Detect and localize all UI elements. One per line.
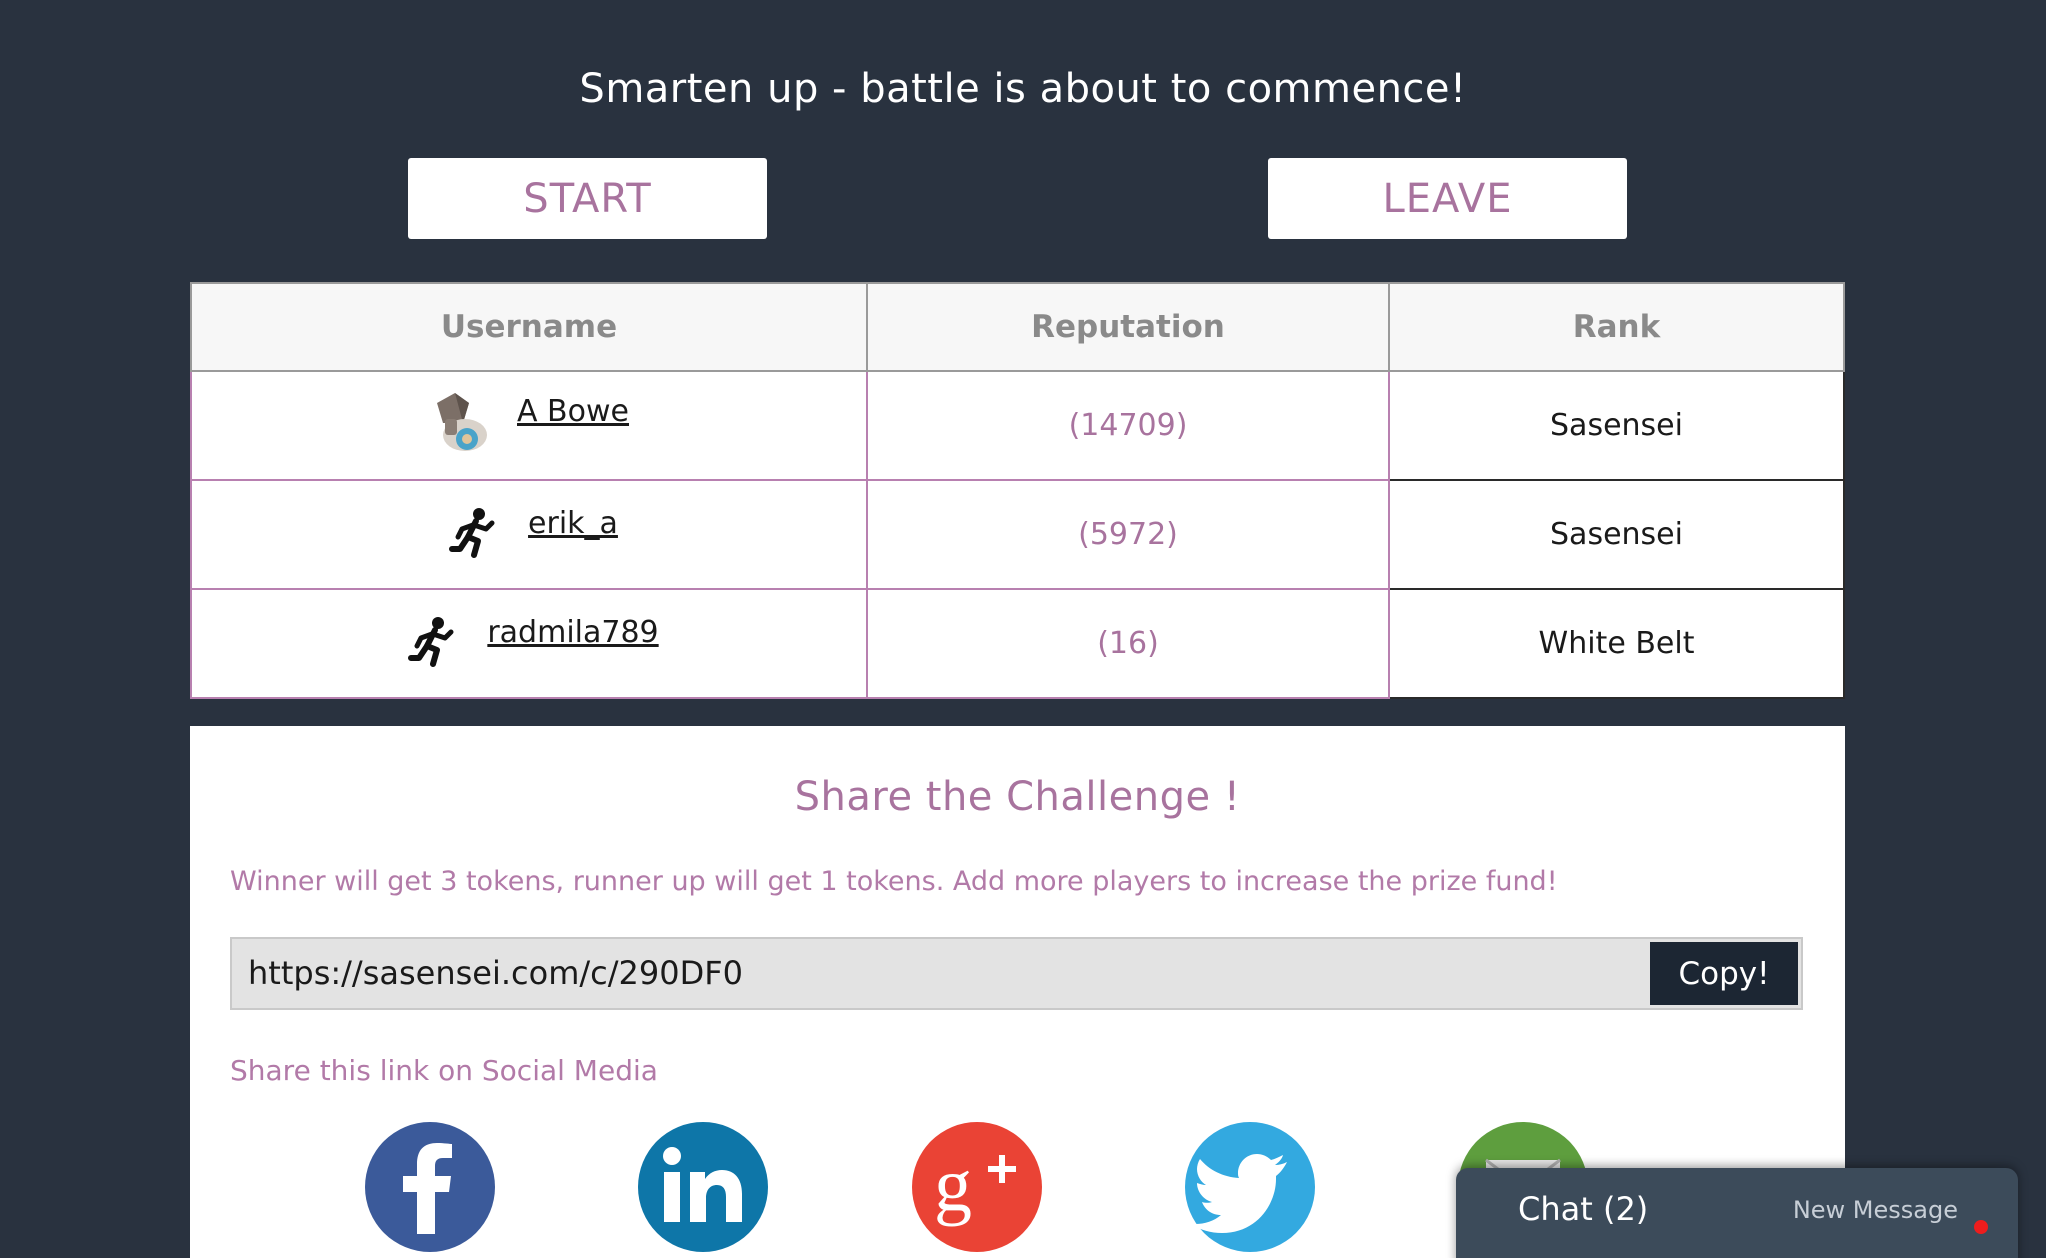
username-link[interactable]: radmila789 [487,615,658,650]
table-row: erik_a (5972) Sasensei [190,479,1845,590]
twitter-icon[interactable] [1185,1122,1315,1252]
username-cell: radmila789 [190,588,868,699]
reputation-cell: (16) [866,588,1390,699]
new-message-label[interactable]: New Message [1793,1196,1958,1224]
username-cell: A Bowe [190,370,868,481]
prize-description: Winner will get 3 tokens, runner up will… [230,866,1558,897]
username-cell: erik_a [190,479,868,590]
username-link[interactable]: A Bowe [517,394,629,429]
players-table: Username Reputation Rank A Bowe (14709) … [190,282,1845,699]
challenge-link-field[interactable]: https://sasensei.com/c/290DF0 Copy! [230,937,1803,1010]
share-title: Share the Challenge ! [794,774,1241,820]
column-header-reputation: Reputation [866,282,1390,372]
start-button[interactable]: START [408,158,767,239]
column-header-username: Username [190,282,868,372]
leave-button[interactable]: LEAVE [1268,158,1627,239]
rank-cell: Sasensei [1388,479,1845,590]
copy-button[interactable]: Copy! [1650,942,1798,1005]
column-header-rank: Rank [1388,282,1845,372]
facebook-icon[interactable] [365,1122,495,1252]
running-figure-icon [440,501,506,567]
page-headline: Smarten up - battle is about to commence… [579,66,1467,112]
google-plus-icon[interactable]: g [912,1122,1042,1252]
notification-dot-icon [1974,1220,1988,1234]
chat-widget[interactable]: Chat (2) New Message [1456,1168,2018,1258]
reputation-cell: (5972) [866,479,1390,590]
reputation-cell: (14709) [866,370,1390,481]
svg-text:g: g [934,1143,972,1227]
social-share-label: Share this link on Social Media [230,1054,658,1087]
rank-cell: Sasensei [1388,370,1845,481]
page: Smarten up - battle is about to commence… [0,0,2046,1258]
table-row: radmila789 (16) White Belt [190,588,1845,699]
challenge-link-text[interactable]: https://sasensei.com/c/290DF0 [248,939,743,1008]
table-row: A Bowe (14709) Sasensei [190,370,1845,481]
username-link[interactable]: erik_a [528,506,618,541]
table-header-row: Username Reputation Rank [190,282,1845,372]
rank-cell: White Belt [1388,588,1845,699]
running-figure-icon [399,610,465,676]
chat-label[interactable]: Chat (2) [1518,1190,1648,1228]
linkedin-icon[interactable] [638,1122,768,1252]
custom-avatar-icon [429,389,495,455]
